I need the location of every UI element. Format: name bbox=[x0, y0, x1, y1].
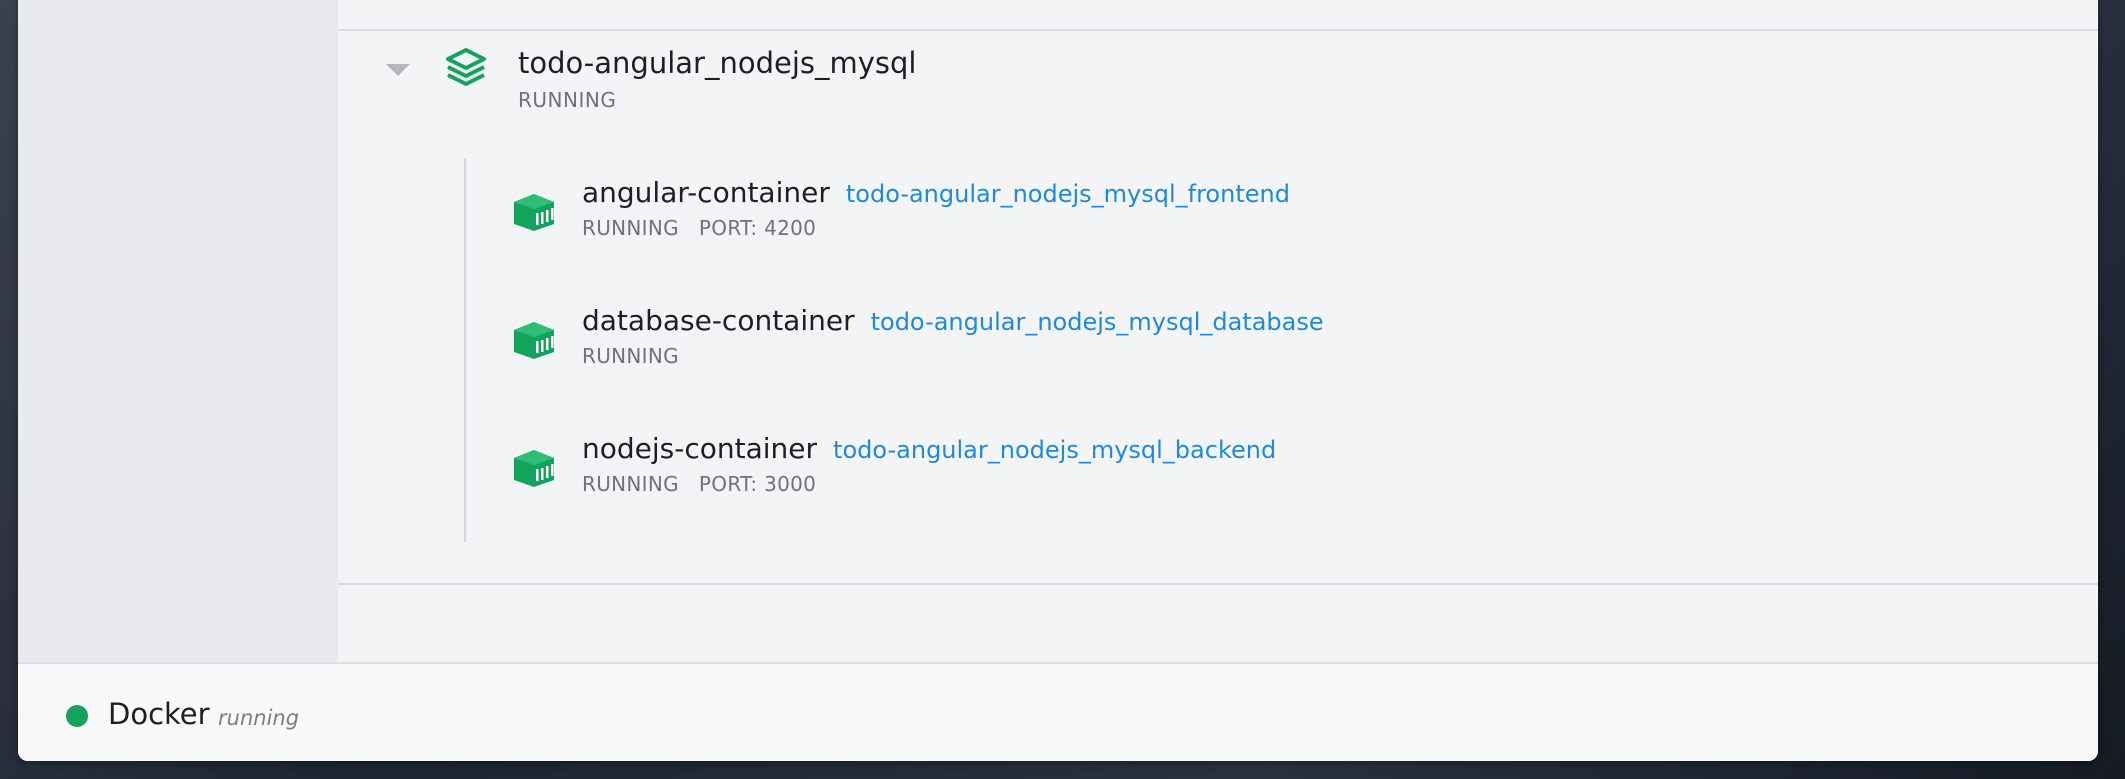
divider bbox=[338, 29, 2098, 31]
container-name[interactable]: angular-container bbox=[582, 176, 830, 209]
container-image-link[interactable]: todo-angular_nodejs_mysql_database bbox=[871, 308, 1324, 336]
container-image-link[interactable]: todo-angular_nodejs_mysql_backend bbox=[833, 436, 1276, 464]
container-icon bbox=[514, 194, 554, 231]
container-row-database[interactable]: database-container todo-angular_nodejs_my… bbox=[512, 304, 1712, 384]
status-indicator-icon bbox=[66, 705, 88, 727]
divider bbox=[338, 583, 2098, 585]
container-name[interactable]: nodejs-container bbox=[582, 432, 817, 465]
container-image-link[interactable]: todo-angular_nodejs_mysql_frontend bbox=[846, 180, 1290, 208]
container-status: RUNNING bbox=[582, 472, 679, 496]
container-status: RUNNING bbox=[582, 344, 679, 368]
container-row-nodejs[interactable]: nodejs-container todo-angular_nodejs_mysq… bbox=[512, 432, 1712, 512]
container-port: PORT: 4200 bbox=[698, 216, 817, 240]
container-icon bbox=[514, 322, 554, 359]
container-status: RUNNING bbox=[582, 216, 679, 240]
collapse-chevron-icon[interactable] bbox=[386, 64, 410, 76]
container-row-angular[interactable]: angular-container todo-angular_nodejs_mys… bbox=[512, 176, 1712, 256]
status-bar: Docker running bbox=[18, 662, 2098, 761]
layers-icon bbox=[446, 48, 486, 86]
docker-dashboard-window: todo-angular_nodejs_mysql RUNNING angula… bbox=[18, 0, 2098, 761]
container-name[interactable]: database-container bbox=[582, 304, 855, 337]
stack-name[interactable]: todo-angular_nodejs_mysql bbox=[518, 46, 916, 80]
docker-state: running bbox=[218, 706, 300, 730]
containers-panel: todo-angular_nodejs_mysql RUNNING angula… bbox=[338, 0, 2098, 662]
container-icon bbox=[514, 450, 554, 487]
docker-label: Docker bbox=[108, 697, 210, 731]
sidebar bbox=[18, 0, 338, 662]
stack-status: RUNNING bbox=[518, 88, 617, 112]
tree-connector-line bbox=[464, 158, 466, 542]
container-port: PORT: 3000 bbox=[698, 472, 817, 496]
